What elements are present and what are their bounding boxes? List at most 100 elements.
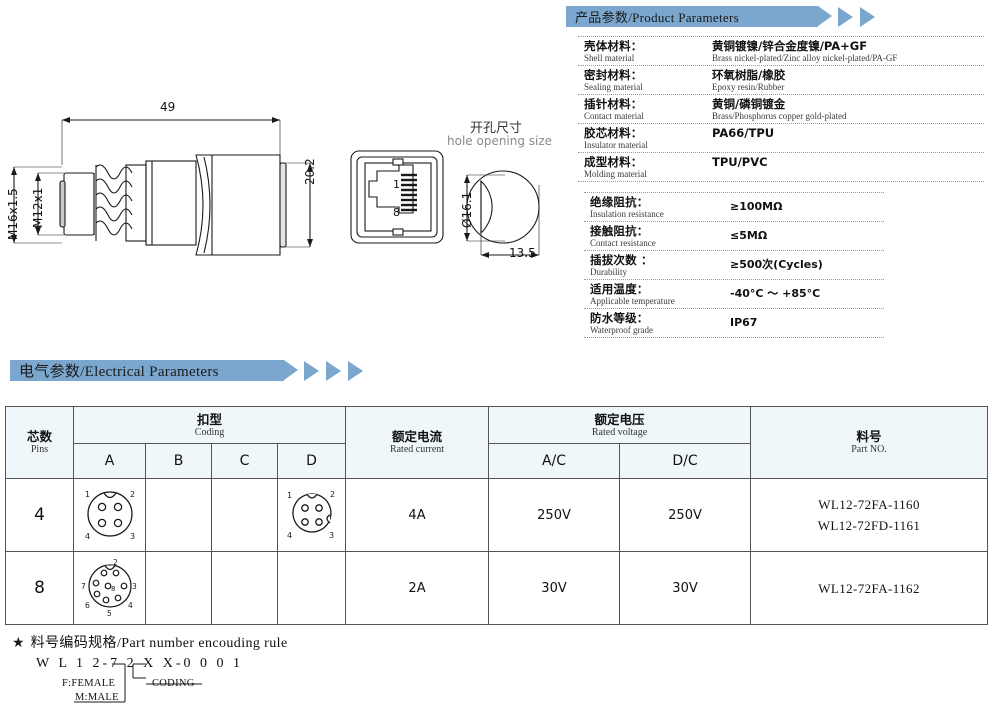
part-number: WL12-72FD-1161 bbox=[817, 518, 921, 533]
product-parameters-title: 产品参数/Product Parameters bbox=[575, 10, 739, 25]
svg-text:4: 4 bbox=[128, 601, 133, 610]
encoding-coding-label: CODING bbox=[152, 678, 195, 689]
header-coding-d: D bbox=[276, 443, 347, 479]
spec-value: ≥100MΩ bbox=[730, 200, 783, 213]
part-number: WL12-72FA-1162 bbox=[818, 580, 920, 596]
spec-value: ≤5MΩ bbox=[730, 229, 768, 242]
cell-coding-b bbox=[145, 478, 212, 552]
spec-label-cn: 插拔次数 ： bbox=[590, 253, 653, 267]
cell-part-numbers: WL12-72FA-1160 WL12-72FD-1161 bbox=[750, 478, 989, 552]
hole-width-label: 13.5 bbox=[509, 246, 536, 260]
list-divider bbox=[578, 181, 984, 182]
header-partno-cn: 料号 bbox=[856, 429, 882, 444]
parameter-value: TPU/PVC bbox=[712, 155, 768, 180]
header-coding: 扣型 Coding bbox=[72, 406, 347, 444]
spec-label: 接触阻抗： Contact resistance bbox=[584, 224, 730, 249]
header-pins: 芯数 Pins bbox=[5, 406, 74, 479]
parameter-value-cn: 黄铜/磷铜镀金 bbox=[712, 97, 786, 111]
table-row: 8 2 3 4 5 6 7 8 2A 30V 30V WL12-72FA-116… bbox=[5, 551, 989, 625]
header-current-en: Rated current bbox=[389, 444, 445, 455]
chevron-arrow-icon bbox=[838, 6, 853, 27]
header-coding-c: C bbox=[211, 443, 278, 479]
header-coding-b: B bbox=[145, 443, 212, 479]
spec-label-cn: 接触阻抗： bbox=[590, 224, 649, 238]
spec-value: ≥500次(Cycles) bbox=[730, 258, 823, 271]
spec-row: 适用温度： Applicable temperature -40°C ～ +85… bbox=[584, 279, 884, 308]
cell-rated-current: 2A bbox=[345, 551, 490, 625]
chevron-arrow-icon bbox=[348, 360, 363, 381]
cell-coding-a: 1 2 3 4 bbox=[73, 478, 146, 552]
header-coding-cn: 扣型 bbox=[197, 411, 223, 427]
parameter-value-en: Brass nickel-plated/Zinc alloy nickel-pl… bbox=[712, 53, 898, 63]
header-voltage-dc: D/C bbox=[619, 443, 752, 479]
electrical-parameters-banner: 电气参数/Electrical Parameters bbox=[10, 360, 363, 381]
spec-label-cn: 适用温度： bbox=[590, 282, 649, 296]
spec-label-cn: 绝缘阻抗： bbox=[590, 195, 649, 209]
cell-pins: 4 bbox=[5, 478, 74, 552]
header-current-cn: 额定电流 bbox=[392, 429, 443, 444]
svg-text:3: 3 bbox=[130, 532, 135, 541]
parameter-value: PA66/TPU bbox=[712, 126, 774, 151]
parameter-label: 壳体材料： Shell material bbox=[578, 39, 712, 64]
parameter-label-cn: 胶芯材料： bbox=[584, 126, 643, 140]
parameter-label: 胶芯材料： Insulator material bbox=[578, 126, 712, 151]
spec-value: IP67 bbox=[730, 316, 758, 329]
header-coding-en: Coding bbox=[194, 426, 225, 438]
spec-row: 插拔次数 ： Durability ≥500次(Cycles) bbox=[584, 250, 884, 279]
pinout-4pin-d-coding-icon: 1 2 3 4 bbox=[287, 490, 335, 540]
table-row: 4 1 2 3 4 1 2 3 4 4A 250V 250V WL12-72FA… bbox=[5, 478, 989, 552]
spec-label-en: Applicable temperature bbox=[590, 296, 675, 306]
svg-text:5: 5 bbox=[107, 609, 112, 617]
header-coding-a: A bbox=[73, 443, 146, 479]
parameter-value-cn: 黄铜镀镍/锌合金度镍/PA+GF bbox=[712, 39, 868, 53]
svg-text:4: 4 bbox=[287, 531, 292, 540]
svg-text:6: 6 bbox=[85, 601, 90, 610]
electrical-parameters-table-wrap: 芯数 Pins 扣型 Coding 额定电流 Rated current 额定电… bbox=[5, 406, 989, 625]
header-partno-en: Part NO. bbox=[851, 444, 887, 455]
parameter-row: 成型材料： Molding material TPU/PVC bbox=[578, 152, 984, 181]
cell-coding-d: 1 2 3 4 bbox=[276, 478, 347, 552]
encoding-rule-title: 料号编码规格/Part number encouding rule bbox=[30, 636, 288, 651]
parameter-value: 黄铜镀镍/锌合金度镍/PA+GF Brass nickel-plated/Zin… bbox=[712, 39, 897, 64]
parameter-row: 壳体材料： Shell material 黄铜镀镍/锌合金度镍/PA+GF Br… bbox=[578, 36, 984, 65]
hole-opening-title-en: hole opening size bbox=[447, 134, 553, 148]
parameter-label-en: Sealing material bbox=[584, 82, 643, 92]
svg-text:2: 2 bbox=[113, 558, 118, 567]
parameter-label: 密封材料： Sealing material bbox=[578, 68, 712, 93]
parameter-value: 黄铜/磷铜镀金 Brass/Phosphorus copper gold-pla… bbox=[712, 97, 846, 122]
parameter-value: 环氧树脂/橡胶 Epoxy resin/Rubber bbox=[712, 68, 785, 93]
star-icon: ★ bbox=[12, 636, 25, 651]
banner-bar: 电气参数/Electrical Parameters bbox=[10, 360, 298, 381]
spec-label-en: Waterproof grade bbox=[590, 325, 653, 335]
spec-label: 适用温度： Applicable temperature bbox=[584, 282, 730, 307]
front-view-pin-top-label: 1 bbox=[393, 178, 400, 191]
front-view-pin-bottom-label: 8 bbox=[393, 206, 400, 219]
cell-coding-c bbox=[211, 551, 278, 625]
chevron-arrow-icon bbox=[860, 6, 875, 27]
spec-label: 绝缘阻抗： Insulation resistance bbox=[584, 195, 730, 220]
spec-label-en: Insulation resistance bbox=[590, 209, 664, 219]
parameter-value-cn: PA66/TPU bbox=[712, 126, 775, 140]
encoding-male-label: M:MALE bbox=[75, 692, 119, 703]
parameter-label: 插针材料： Contact material bbox=[578, 97, 712, 122]
header-rated-voltage: 额定电压 Rated voltage bbox=[488, 406, 752, 444]
spec-row: 防水等级： Waterproof grade IP67 bbox=[584, 308, 884, 337]
svg-text:3: 3 bbox=[132, 582, 137, 591]
parameter-label-cn: 插针材料： bbox=[584, 97, 643, 111]
svg-text:7: 7 bbox=[81, 582, 86, 591]
hole-diameter-label: Ø16.1 bbox=[460, 191, 474, 228]
product-parameters-list: 壳体材料： Shell material 黄铜镀镍/锌合金度镍/PA+GF Br… bbox=[578, 36, 984, 182]
spec-label: 防水等级： Waterproof grade bbox=[584, 311, 730, 336]
product-parameters-banner: 产品参数/Product Parameters bbox=[566, 6, 875, 27]
electrical-parameters-title: 电气参数/Electrical Parameters bbox=[19, 364, 219, 380]
parameter-value-cn: 环氧树脂/橡胶 bbox=[712, 68, 786, 82]
parameter-row: 胶芯材料： Insulator material PA66/TPU bbox=[578, 123, 984, 152]
svg-text:8: 8 bbox=[111, 585, 115, 593]
svg-text:3: 3 bbox=[329, 531, 334, 540]
cell-coding-c bbox=[211, 478, 278, 552]
banner-bar: 产品参数/Product Parameters bbox=[566, 6, 832, 27]
parameter-label-en: Molding material bbox=[584, 169, 647, 179]
cell-voltage-ac: 30V bbox=[488, 551, 621, 625]
parameter-label-en: Shell material bbox=[584, 53, 635, 63]
encoding-rule-leaders bbox=[74, 663, 202, 703]
